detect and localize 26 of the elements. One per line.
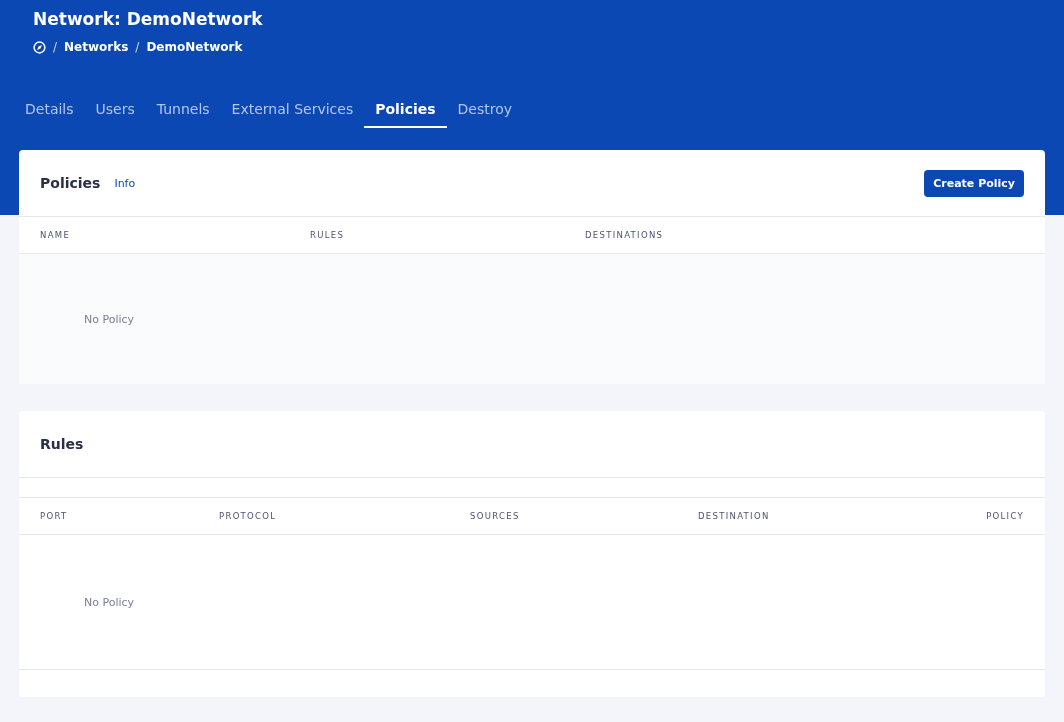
column-header: POLICY xyxy=(986,511,1024,521)
column-header: NAME xyxy=(40,230,72,240)
column-header: PORT xyxy=(40,511,69,521)
tab[interactable]: Destroy xyxy=(446,94,524,128)
column-header: DESTINATIONS xyxy=(585,230,665,240)
empty-message: No Policy xyxy=(84,312,135,326)
tab[interactable]: Tunnels xyxy=(145,94,221,128)
tab[interactable]: Users xyxy=(84,94,146,128)
breadcrumb-link[interactable]: DemoNetwork xyxy=(146,40,243,54)
tab[interactable]: External Services xyxy=(220,94,365,128)
breadcrumb-separator: / xyxy=(53,40,58,54)
breadcrumb-link[interactable]: Networks xyxy=(64,40,129,54)
empty-message: No Policy xyxy=(84,595,135,609)
compass-icon[interactable] xyxy=(33,40,46,54)
card-title: Rules xyxy=(40,436,84,452)
page-title: Network: DemoNetwork xyxy=(33,9,264,29)
card-title: Policies xyxy=(40,175,101,191)
tab[interactable]: Details xyxy=(14,94,85,128)
column-header: SOURCES xyxy=(470,511,521,521)
info-link[interactable]: Info xyxy=(114,176,136,190)
column-header: PROTOCOL xyxy=(219,511,278,521)
create-policy-button[interactable]: Create Policy xyxy=(924,169,1024,197)
breadcrumb-separator: / xyxy=(135,40,140,54)
column-header: DESTINATION xyxy=(698,511,771,521)
tab[interactable]: Policies xyxy=(364,94,447,128)
column-header: RULES xyxy=(310,230,346,240)
